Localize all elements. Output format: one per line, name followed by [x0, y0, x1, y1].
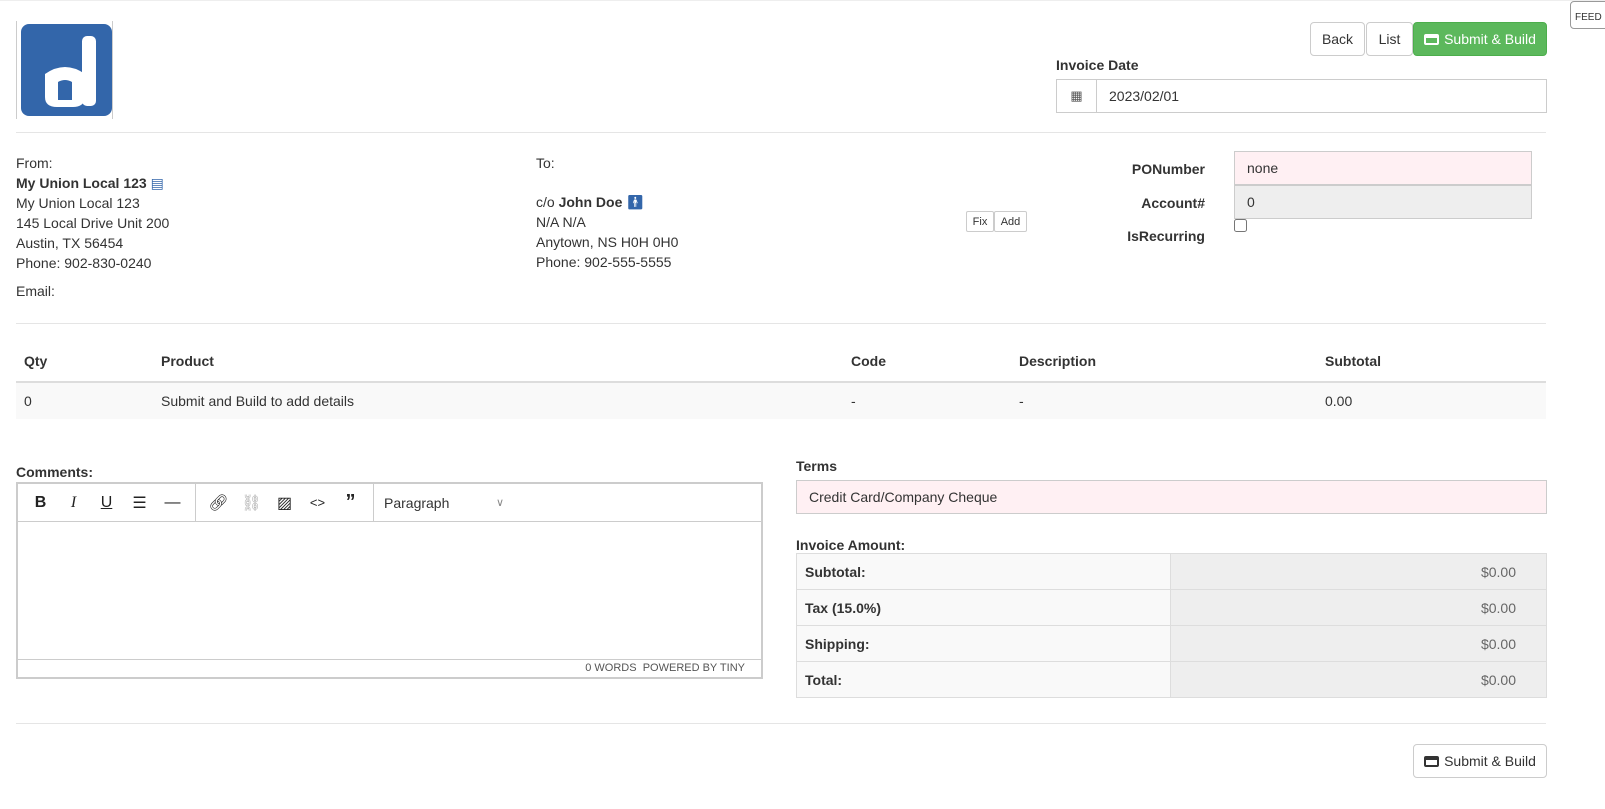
to-block: To: c/o John Doe 🚹︎ N/A N/A Anytown, NS …	[536, 153, 678, 272]
amount-key: Shipping:	[796, 625, 1171, 662]
editor-statusbar: 0 WORDS POWERED BY TINY	[18, 659, 761, 677]
cell-code: -	[843, 382, 1011, 419]
invoice-date-label: Invoice Date	[1056, 57, 1139, 73]
amount-value: $0.00	[1170, 661, 1547, 698]
recurring-label: IsRecurring	[1127, 228, 1205, 244]
code-icon[interactable]: <>	[301, 495, 334, 510]
invoice-amount-label: Invoice Amount:	[796, 537, 906, 553]
to-label: To:	[536, 155, 555, 171]
from-label: From:	[16, 155, 53, 171]
invoice-amount-table: Subtotal: $0.00 Tax (15.0%) $0.00 Shipping…	[796, 553, 1547, 698]
col-subtotal: Subtotal	[1317, 341, 1546, 383]
from-block: From: My Union Local 123 ▤ My Union Loca…	[16, 153, 169, 301]
account-label: Account#	[1141, 195, 1205, 211]
submit-build-bottom-button[interactable]: Submit & Build	[1413, 744, 1547, 778]
word-count: 0 WORDS	[585, 662, 637, 674]
fix-button[interactable]: Fix	[966, 211, 994, 232]
terms-input[interactable]: Credit Card/Company Cheque	[796, 480, 1547, 514]
to-line2: Anytown, NS H0H 0H0	[536, 234, 679, 250]
from-line1: My Union Local 123	[16, 195, 140, 211]
po-number-input[interactable]: none	[1234, 151, 1532, 185]
col-product: Product	[153, 341, 843, 383]
back-button[interactable]: Back	[1310, 22, 1365, 56]
person-icon: 🚹︎	[626, 194, 645, 210]
comments-editor[interactable]: B I U ☰ — 🔗︎ ⛓︎ ▨ <> ” Paragraph ∨ 0 WORD…	[16, 482, 763, 679]
blockquote-icon[interactable]: ”	[334, 491, 367, 514]
format-select[interactable]: Paragraph ∨	[374, 495, 504, 511]
image-icon[interactable]: ▨	[268, 493, 301, 513]
amount-row: Tax (15.0%) $0.00	[796, 589, 1547, 626]
col-description: Description	[1011, 341, 1317, 383]
po-label: PONumber	[1131, 161, 1205, 177]
link-icon[interactable]: 🔗︎	[202, 493, 235, 513]
cell-description: -	[1011, 382, 1317, 419]
invoice-date-input[interactable]: 2023/02/01	[1097, 80, 1191, 112]
divider	[16, 323, 1546, 324]
from-name: My Union Local 123	[16, 175, 147, 191]
divider	[16, 723, 1546, 724]
amount-value: $0.00	[1170, 553, 1547, 590]
terms-label: Terms	[796, 458, 837, 474]
amount-value: $0.00	[1170, 589, 1547, 626]
unlink-icon[interactable]: ⛓︎	[235, 493, 268, 513]
powered-by-link[interactable]: POWERED BY TINY	[643, 662, 745, 674]
comments-label: Comments:	[16, 464, 94, 480]
items-table: Qty Product Code Description Subtotal 0 …	[16, 341, 1546, 419]
logo	[16, 21, 113, 119]
amount-key: Subtotal:	[796, 553, 1171, 590]
add-button[interactable]: Add	[994, 211, 1027, 232]
amount-row: Total: $0.00	[796, 661, 1547, 698]
from-phone: Phone: 902-830-0240	[16, 255, 152, 271]
credit-card-icon	[1424, 33, 1440, 45]
feedback-tab[interactable]: FEED	[1570, 1, 1605, 29]
from-email: Email:	[16, 283, 55, 299]
chevron-down-icon: ∨	[495, 497, 504, 509]
account-input: 0	[1234, 185, 1532, 219]
to-phone: Phone: 902-555-5555	[536, 254, 672, 270]
from-line3: Austin, TX 56454	[16, 235, 124, 251]
amount-key: Tax (15.0%)	[796, 589, 1171, 626]
to-line1: N/A N/A	[536, 214, 586, 230]
col-qty: Qty	[16, 341, 153, 383]
amount-value: $0.00	[1170, 625, 1547, 662]
amount-key: Total:	[796, 661, 1171, 698]
cell-subtotal: 0.00	[1317, 382, 1546, 419]
list-button[interactable]: List	[1366, 22, 1413, 56]
credit-card-icon	[1424, 755, 1440, 767]
building-icon: ▤	[150, 175, 164, 191]
underline-icon[interactable]: U	[90, 494, 123, 512]
amount-row: Shipping: $0.00	[796, 625, 1547, 662]
format-label: Paragraph	[384, 494, 450, 511]
invoice-date-group[interactable]: ▦ 2023/02/01	[1056, 79, 1547, 113]
amount-row: Subtotal: $0.00	[796, 553, 1547, 590]
divider	[16, 132, 1546, 133]
italic-icon[interactable]: I	[57, 494, 90, 512]
to-name: John Doe	[558, 194, 623, 210]
col-code: Code	[843, 341, 1011, 383]
submit-label: Submit & Build	[1444, 753, 1536, 769]
horizontal-rule-icon[interactable]: —	[156, 494, 189, 512]
editor-body[interactable]	[18, 522, 761, 659]
bold-icon[interactable]: B	[24, 494, 57, 512]
submit-label: Submit & Build	[1444, 31, 1536, 47]
calendar-icon[interactable]: ▦	[1057, 80, 1097, 112]
recurring-checkbox[interactable]	[1234, 219, 1247, 232]
to-co: c/o	[536, 194, 555, 210]
table-row: 0 Submit and Build to add details - - 0.…	[16, 382, 1546, 419]
cell-qty: 0	[16, 382, 153, 419]
cell-product: Submit and Build to add details	[153, 382, 843, 419]
submit-build-button[interactable]: Submit & Build	[1413, 22, 1547, 56]
bullet-list-icon[interactable]: ☰	[123, 493, 156, 513]
from-line2: 145 Local Drive Unit 200	[16, 215, 170, 231]
editor-toolbar: B I U ☰ — 🔗︎ ⛓︎ ▨ <> ” Paragraph ∨	[18, 484, 761, 522]
